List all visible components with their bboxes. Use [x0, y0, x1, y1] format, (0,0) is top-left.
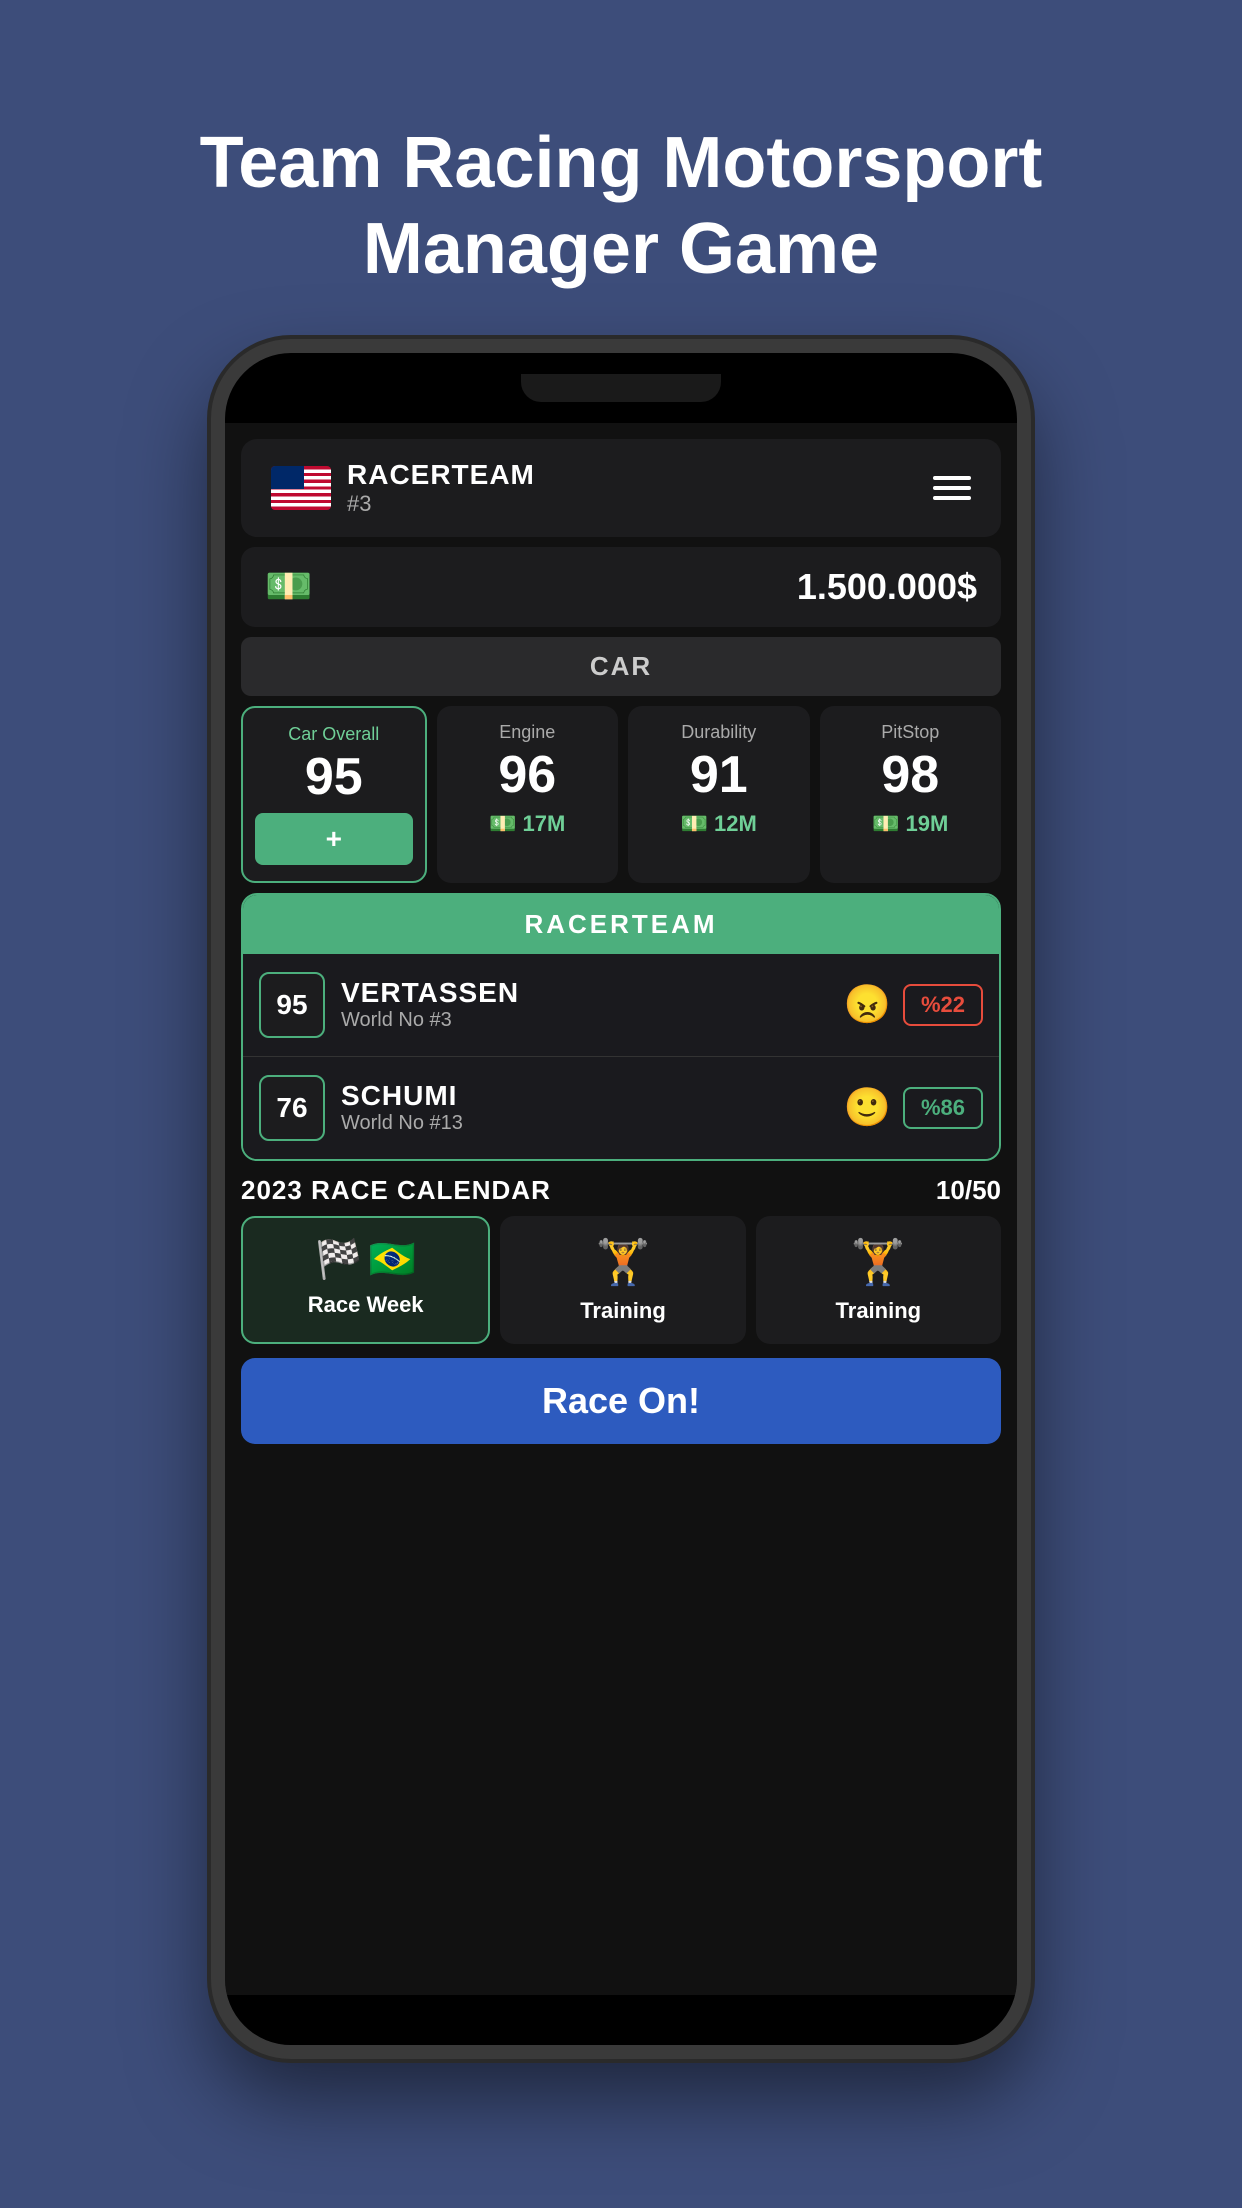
- stat-overall: Car Overall 95 +: [241, 706, 427, 883]
- phone-top-bar: [225, 353, 1017, 423]
- car-section-label: CAR: [241, 637, 1001, 696]
- training1-label: Training: [580, 1298, 666, 1324]
- pitstop-label: PitStop: [881, 722, 939, 743]
- driver2-mood-icon: 🙂: [844, 1086, 891, 1130]
- durability-cost-icon: 💵: [681, 811, 708, 837]
- driver1-condition: %22: [903, 984, 983, 1026]
- driver2-rank: World No #13: [341, 1112, 844, 1135]
- header-left: RACERTEAM #3: [271, 459, 535, 517]
- menu-button[interactable]: [933, 476, 971, 500]
- durability-cost-text: 12M: [714, 811, 757, 837]
- calendar-item-training-2[interactable]: 🏋 Training: [756, 1216, 1001, 1344]
- calendar-header: 2023 RACE CALENDAR 10/50: [241, 1175, 1001, 1206]
- overall-value: 95: [305, 751, 363, 803]
- page-title-line1: Team Racing Motorsport: [120, 120, 1123, 206]
- durability-cost: 💵 12M: [681, 811, 757, 837]
- team-info: RACERTEAM #3: [347, 459, 535, 517]
- engine-value: 96: [498, 749, 556, 801]
- pitstop-cost-text: 19M: [906, 811, 949, 837]
- training1-icon: 🏋: [596, 1236, 651, 1288]
- driver2-info: SCHUMI World No #13: [341, 1080, 844, 1135]
- driver1-mood-icon: 😠: [844, 983, 891, 1027]
- pitstop-cost: 💵 19M: [872, 811, 948, 837]
- engine-cost: 💵 17M: [489, 811, 565, 837]
- money-bar: 💵 1.500.000$: [241, 547, 1001, 627]
- menu-line-3: [933, 496, 971, 500]
- app-content: RACERTEAM #3 💵 1.500.000$ CAR Car Overal…: [225, 423, 1017, 1995]
- notch: [521, 374, 721, 402]
- side-button-left-1: [211, 573, 221, 623]
- side-button-left-2: [211, 643, 221, 723]
- team-section-header: RACERTEAM: [243, 895, 999, 954]
- team-name: RACERTEAM: [347, 459, 535, 491]
- car-stats: Car Overall 95 + Engine 96 💵 17M Durabil…: [241, 706, 1001, 883]
- upgrade-button[interactable]: +: [255, 813, 413, 865]
- durability-label: Durability: [681, 722, 756, 743]
- driver1-number: 95: [259, 972, 325, 1038]
- stat-durability: Durability 91 💵 12M: [628, 706, 810, 883]
- driver1-name: VERTASSEN: [341, 977, 844, 1009]
- durability-value: 91: [690, 749, 748, 801]
- team-flag: [271, 466, 331, 510]
- engine-cost-icon: 💵: [489, 811, 516, 837]
- pitstop-cost-icon: 💵: [872, 811, 899, 837]
- calendar-item-race[interactable]: 🏁 🇧🇷 Race Week: [241, 1216, 490, 1344]
- stat-pitstop: PitStop 98 💵 19M: [820, 706, 1002, 883]
- driver2-name: SCHUMI: [341, 1080, 844, 1112]
- pitstop-value: 98: [881, 749, 939, 801]
- phone-bottom-bar: [225, 1995, 1017, 2045]
- driver2-condition: %86: [903, 1087, 983, 1129]
- training2-icon: 🏋: [851, 1236, 906, 1288]
- training2-label: Training: [836, 1298, 922, 1324]
- calendar-items: 🏁 🇧🇷 Race Week 🏋 Training 🏋 Training: [241, 1216, 1001, 1344]
- team-section: RACERTEAM 95 VERTASSEN World No #3 😠 %22…: [241, 893, 1001, 1161]
- driver1-info: VERTASSEN World No #3: [341, 977, 844, 1032]
- driver2-number: 76: [259, 1075, 325, 1141]
- menu-line-1: [933, 476, 971, 480]
- money-icon: 💵: [265, 565, 312, 609]
- race-btn-text: Race On!: [542, 1380, 700, 1421]
- page-title-line2: Manager Game: [120, 206, 1123, 292]
- phone-device: RACERTEAM #3 💵 1.500.000$ CAR Car Overal…: [211, 339, 1031, 2059]
- checkered-flag-icon: 🏁: [315, 1238, 362, 1282]
- team-number: #3: [347, 491, 535, 517]
- driver1-rank: World No #3: [341, 1009, 844, 1032]
- driver-row-2[interactable]: 76 SCHUMI World No #13 🙂 %86: [243, 1057, 999, 1159]
- menu-line-2: [933, 486, 971, 490]
- calendar-title: 2023 RACE CALENDAR: [241, 1175, 551, 1206]
- side-button-right: [1021, 653, 1031, 733]
- side-button-left-3: [211, 743, 221, 823]
- race-week-label: Race Week: [308, 1292, 424, 1318]
- race-week-icons: 🏁 🇧🇷: [315, 1238, 416, 1282]
- calendar-progress: 10/50: [936, 1175, 1001, 1206]
- engine-label: Engine: [499, 722, 555, 743]
- driver-row-1[interactable]: 95 VERTASSEN World No #3 😠 %22: [243, 954, 999, 1057]
- stat-engine: Engine 96 💵 17M: [437, 706, 619, 883]
- engine-cost-text: 17M: [523, 811, 566, 837]
- overall-label: Car Overall: [288, 724, 379, 745]
- header-bar: RACERTEAM #3: [241, 439, 1001, 537]
- calendar-item-training-1[interactable]: 🏋 Training: [500, 1216, 745, 1344]
- brazil-flag-icon: 🇧🇷: [369, 1238, 416, 1282]
- money-amount: 1.500.000$: [797, 566, 977, 608]
- page-title-wrapper: Team Racing Motorsport Manager Game: [40, 0, 1203, 293]
- race-on-button[interactable]: Race On!: [241, 1358, 1001, 1444]
